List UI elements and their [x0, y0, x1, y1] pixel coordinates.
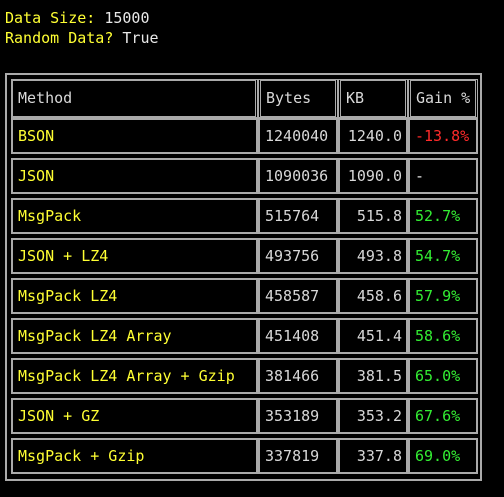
- cell-method: JSON + GZ: [11, 398, 258, 434]
- random-data-label: Random Data?: [5, 29, 114, 47]
- header-gain: Gain %: [408, 79, 478, 118]
- cell-method: MsgPack: [11, 198, 258, 234]
- header-method: Method: [11, 79, 258, 118]
- cell-gain: 52.7%: [408, 198, 478, 234]
- data-size-value: 15000: [104, 9, 150, 27]
- cell-gain: 54.7%: [408, 238, 478, 274]
- cell-gain: 65.0%: [408, 358, 478, 394]
- cell-method: MsgPack LZ4 Array: [11, 318, 258, 354]
- cell-bytes: 515764: [258, 198, 338, 234]
- random-data-value: True: [122, 29, 159, 47]
- cell-bytes: 493756: [258, 238, 338, 274]
- cell-bytes: 1090036: [258, 158, 338, 194]
- cell-bytes: 451408: [258, 318, 338, 354]
- cell-bytes: 337819: [258, 438, 338, 474]
- cell-bytes: 353189: [258, 398, 338, 434]
- cell-method: JSON: [11, 158, 258, 194]
- cell-kb: 337.8: [338, 438, 408, 474]
- cell-bytes: 1240040: [258, 118, 338, 154]
- cell-kb: 458.6: [338, 278, 408, 314]
- cell-gain: 58.6%: [408, 318, 478, 354]
- random-data-line: Random Data? True: [5, 28, 159, 48]
- cell-kb: 493.8: [338, 238, 408, 274]
- cell-kb: 515.8: [338, 198, 408, 234]
- cell-kb: 381.5: [338, 358, 408, 394]
- cell-gain: 69.0%: [408, 438, 478, 474]
- data-size-line: Data Size: 15000: [5, 8, 150, 28]
- cell-gain: -13.8%: [408, 118, 478, 154]
- cell-gain: -: [408, 158, 478, 194]
- cell-method: MsgPack + Gzip: [11, 438, 258, 474]
- header-bytes: Bytes: [258, 79, 338, 118]
- cell-bytes: 381466: [258, 358, 338, 394]
- cell-kb: 1090.0: [338, 158, 408, 194]
- header-kb: KB: [338, 79, 408, 118]
- cell-bytes: 458587: [258, 278, 338, 314]
- cell-method: BSON: [11, 118, 258, 154]
- cell-kb: 353.2: [338, 398, 408, 434]
- cell-method: MsgPack LZ4 Array + Gzip: [11, 358, 258, 394]
- cell-gain: 67.6%: [408, 398, 478, 434]
- cell-method: MsgPack LZ4: [11, 278, 258, 314]
- cell-kb: 451.4: [338, 318, 408, 354]
- cell-kb: 1240.0: [338, 118, 408, 154]
- data-size-label: Data Size:: [5, 9, 96, 27]
- cell-gain: 57.9%: [408, 278, 478, 314]
- cell-method: JSON + LZ4: [11, 238, 258, 274]
